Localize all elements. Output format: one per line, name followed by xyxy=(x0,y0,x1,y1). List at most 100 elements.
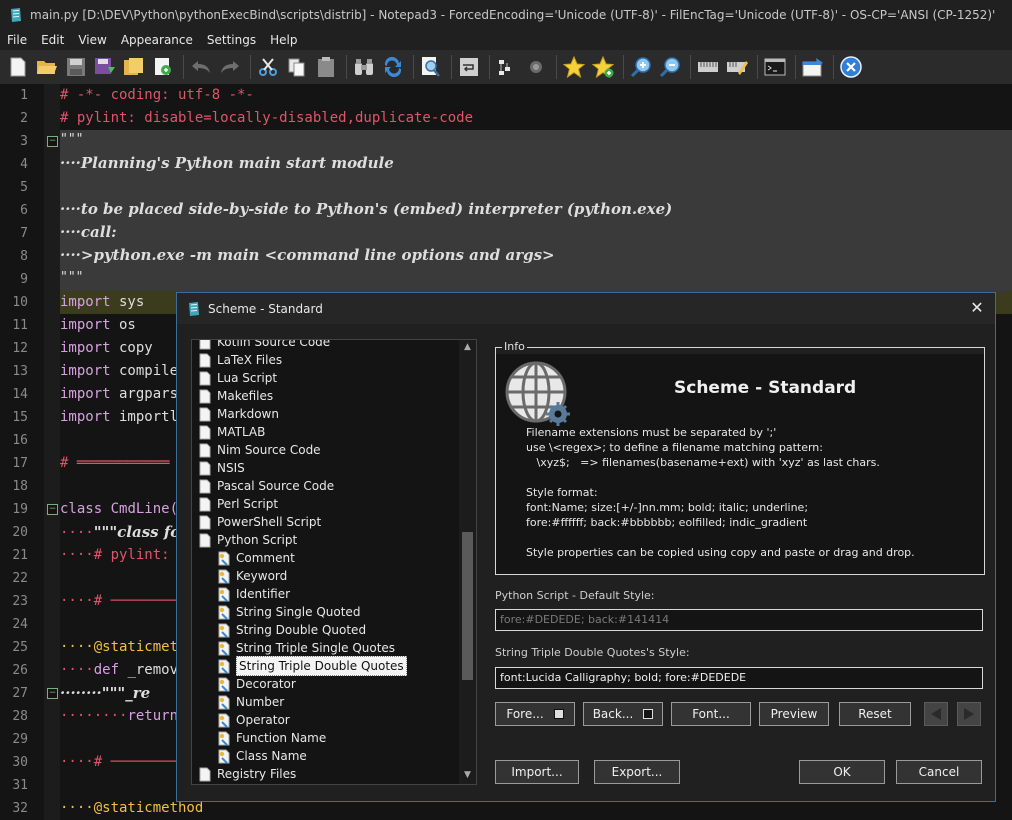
tree-item-style[interactable]: Decorator xyxy=(218,675,296,693)
tree-item-style[interactable]: String Triple Single Quotes xyxy=(218,639,395,657)
tree-item-lexer[interactable]: Kotlin Source Code xyxy=(199,340,330,351)
tree-item-label: Makefiles xyxy=(217,389,274,403)
add-bookmark-button[interactable] xyxy=(590,54,616,80)
menu-settings[interactable]: Settings xyxy=(200,33,263,47)
undo-button[interactable] xyxy=(188,54,214,80)
font-button[interactable]: Font... xyxy=(671,702,751,726)
fold-toggle-icon[interactable]: − xyxy=(47,504,58,515)
menu-help[interactable]: Help xyxy=(263,33,304,47)
fore-color-swatch xyxy=(553,709,564,719)
cut-button[interactable] xyxy=(255,54,281,80)
menu-edit[interactable]: Edit xyxy=(34,33,71,47)
open-file-button[interactable] xyxy=(34,54,60,80)
menu-file[interactable]: File xyxy=(0,33,34,47)
scroll-down-icon[interactable]: ▼ xyxy=(462,770,473,782)
lexer-tree-view[interactable]: Kotlin Source Code LaTeX Files Lua Script M… xyxy=(191,339,477,785)
next-style-button[interactable] xyxy=(957,702,981,726)
code-line: # -*- coding: utf-8 -*- xyxy=(60,87,254,103)
indent-guides-icon xyxy=(499,60,510,75)
tree-item-lexer[interactable]: NSIS xyxy=(199,459,245,477)
scissors-icon xyxy=(259,58,277,76)
menu-view[interactable]: View xyxy=(71,33,113,47)
toolbar-separator xyxy=(795,55,796,79)
zoom-out-button[interactable] xyxy=(657,54,683,80)
reset-button[interactable]: Reset xyxy=(839,702,911,726)
ok-button[interactable]: OK xyxy=(799,760,885,784)
default-style-field[interactable]: fore:#DEDEDE; back:#141414 xyxy=(495,609,983,631)
previous-style-button[interactable] xyxy=(924,702,948,726)
scrollbar-thumb[interactable] xyxy=(462,532,473,680)
tree-item-style[interactable]: String Double Quoted xyxy=(218,621,366,639)
line-number: 28 xyxy=(12,709,28,724)
tree-item-style[interactable]: Comment xyxy=(218,549,295,567)
tree-item-lexer[interactable]: Registry Files xyxy=(199,765,296,783)
tree-item-label: Markdown xyxy=(217,407,279,421)
code-indent-dots: ···· xyxy=(60,662,94,678)
current-style-field[interactable]: font:Lucida Calligraphy; bold; fore:#DED… xyxy=(495,667,983,689)
find-in-files-button[interactable] xyxy=(418,54,444,80)
tree-item-lexer[interactable]: PowerShell Script xyxy=(199,513,321,531)
goto-line-button[interactable] xyxy=(523,54,549,80)
code-line: class CmdLine( xyxy=(60,498,178,521)
replace-button[interactable] xyxy=(380,54,406,80)
paste-button[interactable] xyxy=(313,54,339,80)
tree-item-style[interactable]: String Triple Double Quotes xyxy=(218,656,407,676)
back-color-button[interactable]: Back... xyxy=(583,702,663,726)
code-keyword: class xyxy=(60,501,103,517)
redo-button[interactable] xyxy=(217,54,243,80)
tree-item-lexer[interactable]: LaTeX Files xyxy=(199,351,282,369)
tree-item-lexer[interactable]: MATLAB xyxy=(199,423,265,441)
fore-color-button[interactable]: Fore... xyxy=(495,702,575,726)
magnifier-gear-icon xyxy=(530,61,542,73)
command-prompt-button[interactable] xyxy=(762,54,788,80)
fold-toggle-icon[interactable]: − xyxy=(47,688,58,699)
triangle-right-icon xyxy=(964,708,974,720)
zoom-in-button[interactable] xyxy=(628,54,654,80)
tree-item-style[interactable]: String Single Quoted xyxy=(218,603,360,621)
scroll-up-icon[interactable]: ▲ xyxy=(462,342,473,354)
line-number: 32 xyxy=(12,801,28,816)
browse-button[interactable] xyxy=(150,54,176,80)
fold-toggle-icon[interactable]: − xyxy=(47,136,58,147)
save-as-button[interactable] xyxy=(92,54,118,80)
tree-scrollbar[interactable]: ▲ ▼ xyxy=(459,340,476,784)
copy-button[interactable] xyxy=(284,54,310,80)
menu-appearance[interactable]: Appearance xyxy=(114,33,200,47)
save-copy-button[interactable] xyxy=(121,54,147,80)
notepad3-app-icon xyxy=(189,301,199,316)
dialog-close-icon[interactable]: ✕ xyxy=(969,300,985,316)
tree-item-lexer[interactable]: Perl Script xyxy=(199,495,278,513)
export-button[interactable]: Export... xyxy=(594,760,680,784)
tree-item-style[interactable]: Class Name xyxy=(218,747,307,765)
tree-item-style[interactable]: Identifier xyxy=(218,585,290,603)
tree-item-lexer[interactable]: Python Script xyxy=(199,531,297,549)
tree-item-lexer[interactable]: Pascal Source Code xyxy=(199,477,334,495)
code-identifier: compile xyxy=(110,363,179,379)
long-line-marker-button[interactable] xyxy=(494,54,520,80)
tree-item-lexer[interactable]: Lua Script xyxy=(199,369,277,387)
new-file-button[interactable] xyxy=(5,54,31,80)
save-button[interactable] xyxy=(63,54,89,80)
tree-item-lexer[interactable]: Markdown xyxy=(199,405,279,423)
tree-item-lexer[interactable]: Nim Source Code xyxy=(199,441,321,459)
code-identifier: os xyxy=(110,317,136,333)
pin-window-button[interactable] xyxy=(800,54,826,80)
toggle-bookmark-button[interactable] xyxy=(561,54,587,80)
customize-schemes-button[interactable] xyxy=(695,54,721,80)
tree-item-style[interactable]: Function Name xyxy=(218,729,326,747)
select-scheme-button[interactable] xyxy=(724,54,750,80)
tree-item-style[interactable]: Keyword xyxy=(218,567,287,585)
fore-button-label: Fore... xyxy=(506,707,544,721)
import-button[interactable]: Import... xyxy=(495,760,579,784)
cancel-button[interactable]: Cancel xyxy=(896,760,982,784)
tree-item-style[interactable]: Number xyxy=(218,693,284,711)
find-button[interactable] xyxy=(351,54,377,80)
word-wrap-button[interactable] xyxy=(456,54,482,80)
tree-item-style[interactable]: Operator xyxy=(218,711,290,729)
dialog-title-bar[interactable]: Scheme - Standard xyxy=(177,293,995,324)
exit-button[interactable] xyxy=(838,54,864,80)
preview-button[interactable]: Preview xyxy=(759,702,829,726)
tree-item-lexer[interactable]: Makefiles xyxy=(199,387,273,405)
new-file-icon xyxy=(10,57,26,77)
scheme-heading: Scheme - Standard xyxy=(674,378,857,398)
